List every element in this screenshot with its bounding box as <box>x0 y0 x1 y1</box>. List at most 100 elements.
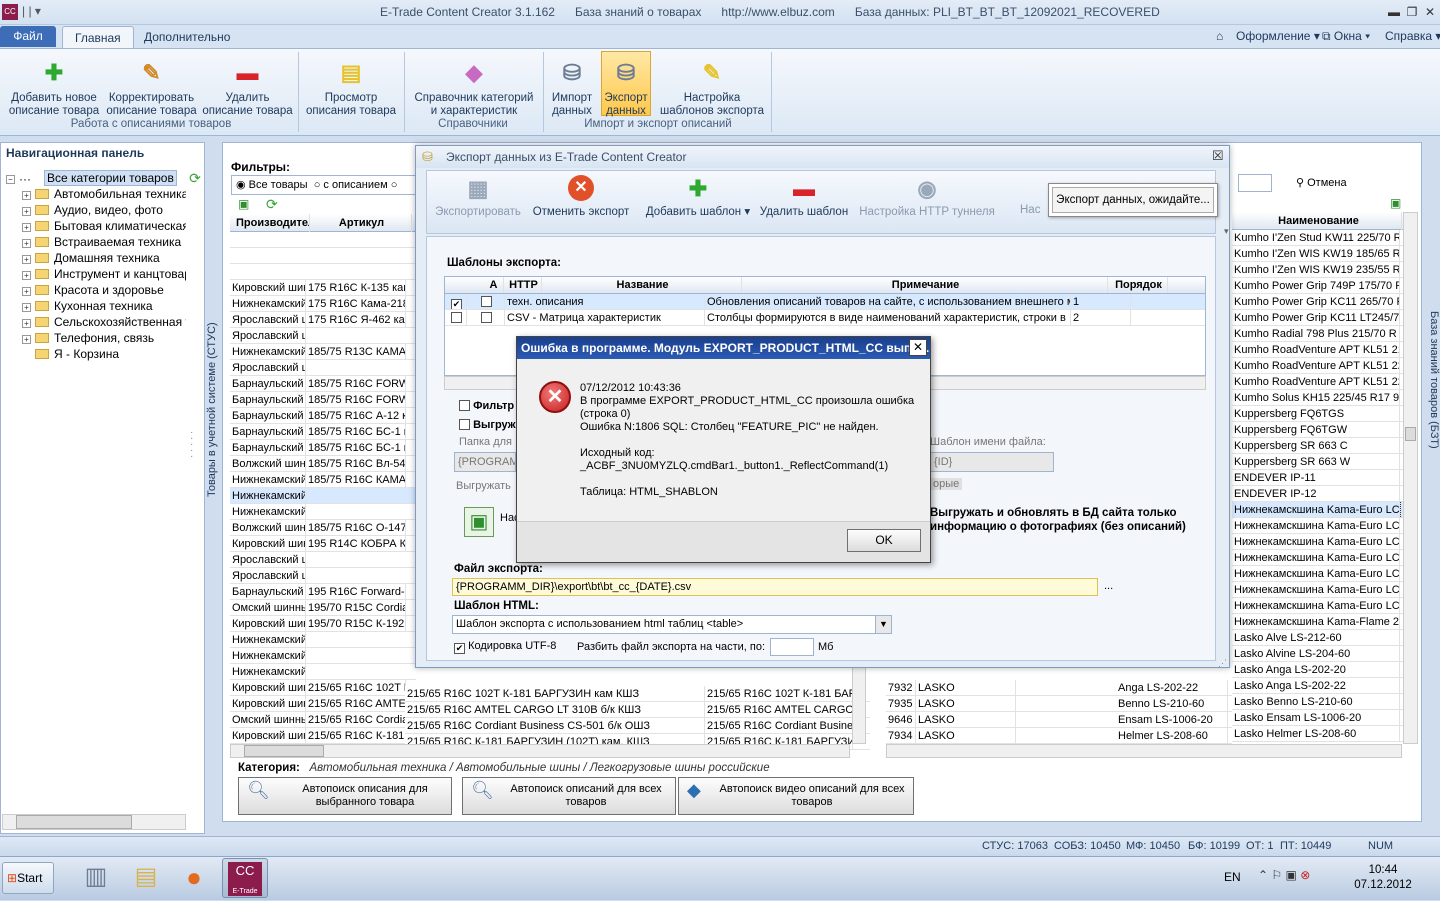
table-row[interactable]: Волжский шин 185/75 R16C Вл-54 к <box>230 456 416 472</box>
tree-item[interactable]: + Домашняя техника <box>22 250 186 266</box>
table-row[interactable]: 0Kumho I'Zen WIS KW19 235/55 R <box>1232 262 1404 278</box>
network-icon[interactable]: ▣ <box>1286 868 1297 882</box>
expand-icon[interactable]: + <box>22 335 31 344</box>
table-row[interactable]: Кировский шин175 R16C К-135 кам <box>230 280 416 296</box>
html-template-select[interactable]: Шаблон экспорта с использованием html та… <box>452 615 892 634</box>
explorer-icon[interactable]: ▤ <box>130 862 162 894</box>
expand-icon[interactable]: + <box>22 239 31 248</box>
volume-muted-icon[interactable]: ⊗ <box>1300 868 1310 882</box>
autosearch-selected-button[interactable]: 🔍︎ Автопоиск описания для выбранного това… <box>238 777 452 815</box>
expand-icon[interactable]: + <box>22 271 31 280</box>
template-row[interactable]: CSV - Матрица характеристик Столбцы форми… <box>445 310 1205 326</box>
refresh-grid-icon[interactable]: ⟳ <box>266 196 284 212</box>
settings-grid-icon[interactable]: ▣ <box>464 507 494 537</box>
table-row[interactable]: Нижнекамский185/75 R16C КАМА- <box>230 472 416 488</box>
table-row[interactable] <box>230 232 416 248</box>
table-row[interactable]: 0Kumho Power Grip 749P 175/70 R <box>1232 278 1404 294</box>
table-row[interactable]: 0Kumho Power Grip KC11 265/70 R <box>1232 294 1404 310</box>
tree-item[interactable]: + Сельскохозяйственная техника <box>22 314 186 330</box>
dropdown-arrow-icon[interactable]: ▼ <box>875 616 891 633</box>
table-row[interactable]: Кировский шин215/65 R16C К-181 <box>230 728 416 744</box>
col-name[interactable]: Наименование <box>1234 212 1402 230</box>
table-row[interactable]: 215/65 R16C Cordiant Business CS-501 б/к… <box>405 718 870 734</box>
tab-home[interactable]: Главная <box>62 26 134 48</box>
table-row[interactable]: 0Kumho I'Zen WIS KW19 185/65 R <box>1232 246 1404 262</box>
app-icon[interactable]: CC <box>2 4 18 20</box>
clock[interactable]: 10:44 07.12.2012 <box>1350 863 1416 893</box>
table-row[interactable]: 2Kumho RoadVenture APT KL51 22 <box>1232 374 1404 390</box>
table-row[interactable]: Нижнекамский <box>230 488 416 504</box>
table-row[interactable]: Lasko Anga LS-202-20 <box>1232 662 1404 678</box>
split-size-field[interactable] <box>770 638 814 656</box>
utf8-check[interactable]: ✔ <box>454 643 465 654</box>
expand-icon[interactable]: + <box>22 319 31 328</box>
table-row[interactable]: Нижнекамский <box>230 664 416 680</box>
table-row[interactable]: Барнаульский 185/75 R16C FORW <box>230 392 416 408</box>
splitter-handle[interactable]: · · · · · <box>190 428 198 470</box>
tree-item[interactable]: Я - Корзина <box>22 346 186 362</box>
radio-all[interactable]: ◉ Все товары <box>236 179 308 191</box>
table-row[interactable]: 0Kumho I'Zen Stud KW11 225/70 R <box>1232 230 1404 246</box>
table-row[interactable]: 7932 LASKO Anga LS-202-22 <box>886 680 1232 696</box>
tree-item[interactable]: + Бытовая климатическая техника <box>22 218 186 234</box>
table-row[interactable]: Lasko Alvine LS-204-60 <box>1232 646 1404 662</box>
utf8-checkbox[interactable]: ✔ Кодировка UTF-8 <box>454 640 556 654</box>
close-icon[interactable]: ✕ <box>1422 4 1438 20</box>
add-template-button[interactable]: ✚ Добавить шаблон ▾ <box>642 174 754 219</box>
table-row[interactable]: 7935 LASKO Benno LS-210-60 <box>886 696 1232 712</box>
table-row[interactable]: Омский шинны215/65 R16C Cordia <box>230 712 416 728</box>
tree-item[interactable]: + Встраиваемая техника <box>22 234 186 250</box>
table-row[interactable]: 215/65 R16C 102T К-181 БАРГУЗИН кам КШЗ 2… <box>405 686 870 702</box>
autosearch-video-button[interactable]: ◆ Автопоиск видео описаний для всех товар… <box>678 777 914 815</box>
col-article[interactable]: Артикул <box>310 214 412 232</box>
minimize-icon[interactable]: ▬ <box>1386 4 1402 20</box>
menu-design[interactable]: Оформление ▾ <box>1236 29 1320 43</box>
table-row[interactable]: Нижнекамский175 R16C Кама-218 <box>230 296 416 312</box>
table-row[interactable]: 0Kumho Solus KH15 225/45 R17 9 <box>1232 390 1404 406</box>
tree-root[interactable]: − ··· Все категории товаров <box>6 170 186 186</box>
table-row[interactable]: Кировский шин215/65 R16C AMTEL <box>230 696 416 712</box>
restore-icon[interactable]: ❐ <box>1404 4 1420 20</box>
table-row[interactable]: 215/65 R16C AMTEL CARGO LT 310B б/к КШЗ 2… <box>405 702 870 718</box>
table-row[interactable]: Kuppersberg FQ6TGS <box>1232 406 1404 422</box>
table-row[interactable]: Ярославский ш <box>230 360 416 376</box>
template-row[interactable]: ✔ техн. описания Обновления описаний товар… <box>445 294 1205 310</box>
col-note[interactable]: Примечание <box>742 277 1108 293</box>
menu-help[interactable]: Справка ▾ <box>1385 29 1440 43</box>
table-row[interactable]: Барнаульский 185/75 R16C БС-1 к <box>230 424 416 440</box>
etrade-taskbar-button[interactable]: CC E-Trade <box>222 858 268 898</box>
refresh-icon[interactable]: ⟳ <box>186 170 204 186</box>
delete-description-button[interactable]: ▬ Удалить описание товара <box>200 56 295 118</box>
search-field[interactable] <box>1238 174 1272 192</box>
table-row[interactable]: RKumho Radial 798 Plus 215/70 R <box>1232 326 1404 342</box>
template-http-checkbox[interactable] <box>481 312 492 323</box>
collapse-ribbon-icon[interactable]: ⌂ <box>1216 29 1223 43</box>
upload-checkbox[interactable]: Выгруж <box>459 419 516 431</box>
table-row[interactable]: 2Kumho RoadVenture APT KL51 22 <box>1232 358 1404 374</box>
table-row[interactable]: 5/Нижнекамскшина Kama-Flame 20 <box>1232 614 1404 630</box>
flag-icon[interactable]: ⚐ <box>1271 868 1282 882</box>
table-row[interactable]: Ярославский ш <box>230 568 416 584</box>
table-row[interactable]: Барнаульский 185/75 R16C А-12 к <box>230 408 416 424</box>
firefox-icon[interactable]: ● <box>178 862 210 894</box>
expand-icon[interactable]: + <box>22 255 31 264</box>
table-row[interactable]: Kuppersberg SR 663 C <box>1232 438 1404 454</box>
tab-file[interactable]: Файл <box>0 26 56 47</box>
dictionary-button[interactable]: ◆ Справочник категорий и характеристик <box>408 56 540 118</box>
export-button[interactable]: ⛁ Экспорт данных <box>601 51 651 117</box>
table-row[interactable]: Кировский шин195/70 R15C К-192 <box>230 616 416 632</box>
tree-item[interactable]: + Инструмент и канцтовары <box>22 266 186 282</box>
cancel-export-button[interactable]: ✕ Отменить экспорт <box>528 174 634 219</box>
table-row[interactable]: 5/Нижнекамскшина Kama-Euro LC <box>1232 518 1404 534</box>
autosearch-all-button[interactable]: 🔍︎ Автопоиск описаний для всех товаров <box>462 777 676 815</box>
resize-grip-icon[interactable]: ⋰ <box>1218 658 1227 669</box>
export-right-grid-icon[interactable]: ▣ <box>1390 196 1404 210</box>
table-row[interactable]: 5/Нижнекамскшина Kama-Euro LC <box>1232 550 1404 566</box>
table-row[interactable]: 5/Нижнекамскшина Kama-Euro LC <box>1232 582 1404 598</box>
stus-horizontal-scrollbar[interactable] <box>230 744 850 758</box>
cancel-search-button[interactable]: ⚲ Отмена <box>1296 176 1347 189</box>
table-row[interactable]: 5/Нижнекамскшина Kama-Euro LC <box>1232 534 1404 550</box>
table-row[interactable]: Омский шинны195/70 R15C Cordia <box>230 600 416 616</box>
tray-expand-icon[interactable]: ⌃ <box>1258 868 1268 882</box>
filter-checkbox[interactable]: Фильтр <box>459 400 514 412</box>
